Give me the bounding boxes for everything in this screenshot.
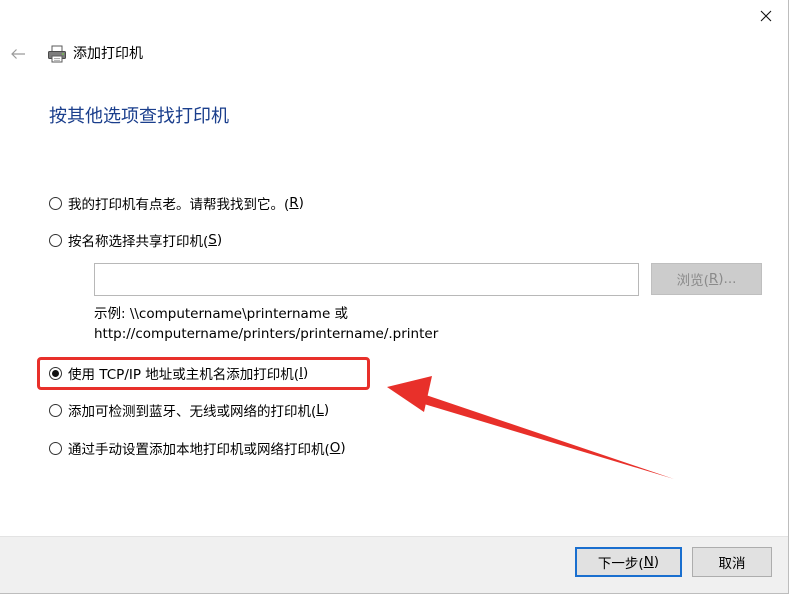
browse-button[interactable]: 浏览(R)... (651, 263, 762, 295)
annotation-arrow (387, 376, 674, 479)
add-printer-window: 添加打印机 按其他选项查找打印机 我的打印机有点老。请帮我找到它。(R) 按名称… (0, 0, 789, 594)
option-label: 添加可检测到蓝牙、无线或网络的打印机( (68, 404, 317, 420)
option-suffix: ) (216, 232, 223, 248)
next-label: 下一步( (597, 556, 644, 572)
example-line-1: 示例: \\computername\printername 或 (94, 306, 349, 322)
radio-shared-printer[interactable] (49, 233, 62, 247)
back-arrow-icon (11, 49, 25, 59)
option-old-printer[interactable]: 我的打印机有点老。请帮我找到它。(R) (49, 192, 304, 214)
radio-tcpip-printer[interactable] (49, 366, 62, 380)
example-text: 示例: \\computername\printername 或 http://… (94, 304, 438, 344)
browse-label: 浏览( (676, 273, 709, 289)
option-accesskey: L (316, 402, 324, 418)
browse-accesskey: R (708, 271, 719, 287)
option-manual-printer[interactable]: 通过手动设置添加本地打印机或网络打印机(O) (49, 437, 346, 459)
back-button[interactable] (4, 40, 32, 68)
option-accesskey: S (208, 232, 217, 248)
option-label: 按名称选择共享打印机( (68, 234, 209, 250)
next-accesskey: N (643, 554, 654, 570)
window-title: 添加打印机 (73, 46, 143, 62)
option-suffix: ) (323, 402, 330, 418)
option-accesskey: O (329, 440, 341, 456)
shared-printer-name-input[interactable] (94, 263, 639, 296)
option-shared-printer[interactable]: 按名称选择共享打印机(S) (49, 229, 222, 251)
page-heading: 按其他选项查找打印机 (49, 106, 229, 127)
option-suffix: ) (303, 365, 309, 381)
browse-suffix: )... (718, 271, 737, 287)
close-icon (760, 10, 772, 22)
printer-icon (48, 45, 66, 63)
cancel-button[interactable]: 取消 (692, 547, 772, 577)
option-wireless-printer[interactable]: 添加可检测到蓝牙、无线或网络的打印机(L) (49, 399, 329, 421)
option-label: 使用 TCP/IP 地址或主机名添加打印机( (68, 367, 300, 383)
next-button[interactable]: 下一步(N) (575, 547, 682, 577)
close-button[interactable] (744, 0, 788, 32)
radio-old-printer[interactable] (49, 196, 62, 210)
option-suffix: ) (340, 440, 346, 456)
option-accesskey: R (289, 195, 299, 211)
radio-wireless-printer[interactable] (49, 403, 62, 417)
option-label: 我的打印机有点老。请帮我找到它。( (68, 197, 290, 213)
radio-manual-printer[interactable] (49, 441, 62, 455)
next-suffix: ) (653, 554, 660, 570)
option-tcpip-printer[interactable]: 使用 TCP/IP 地址或主机名添加打印机(I) (49, 362, 308, 384)
option-label: 通过手动设置添加本地打印机或网络打印机( (68, 442, 330, 458)
example-line-2: http://computername/printers/printername… (94, 326, 439, 342)
option-suffix: ) (298, 195, 304, 211)
dialog-footer: 下一步(N) 取消 (0, 536, 788, 593)
